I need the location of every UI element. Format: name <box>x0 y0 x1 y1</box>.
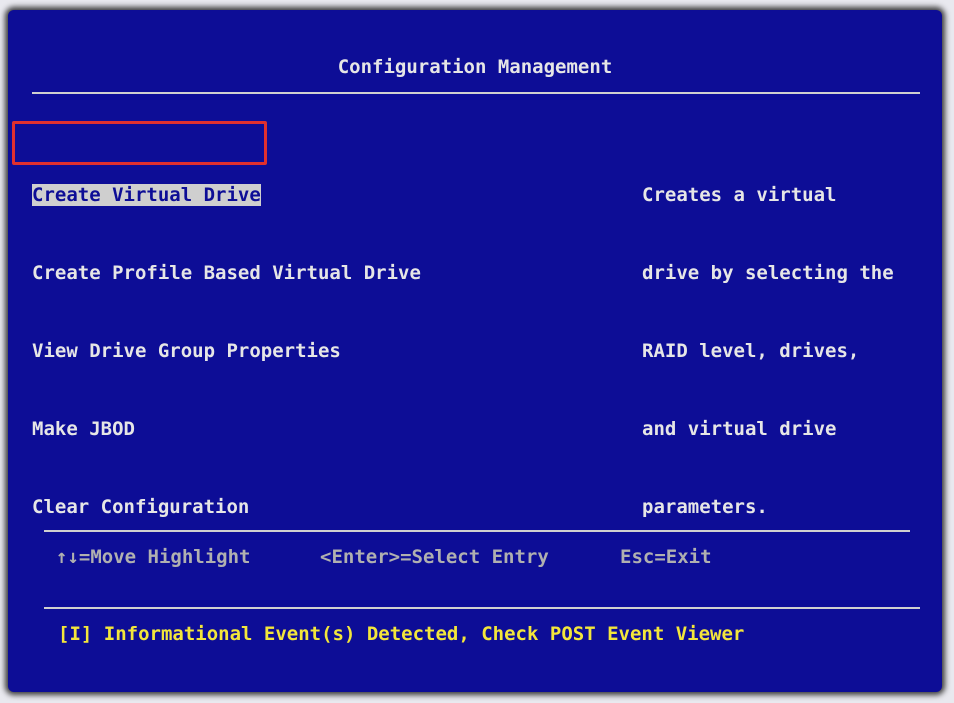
menu-item-view-drive-group-properties[interactable]: View Drive Group Properties <box>32 338 421 364</box>
help-line: and virtual drive <box>642 418 837 440</box>
key-hint-move: ↑↓=Move Highlight <box>56 546 251 568</box>
help-text: Creates a virtual drive by selecting the… <box>642 130 894 572</box>
help-line: Creates a virtual <box>642 184 837 206</box>
menu-item-create-profile-based-virtual-drive[interactable]: Create Profile Based Virtual Drive <box>32 260 421 286</box>
configuration-menu: Create Virtual Drive Create Profile Base… <box>32 130 421 572</box>
bios-screen: Configuration Management Create Virtual … <box>8 10 942 692</box>
status-message: [I] Informational Event(s) Detected, Che… <box>58 623 745 645</box>
selection-annotation-box <box>12 121 267 165</box>
key-hint-enter: <Enter>=Select Entry <box>320 546 549 568</box>
screen-title: Configuration Management <box>337 56 613 78</box>
help-line: drive by selecting the <box>642 262 894 284</box>
menu-item-make-jbod[interactable]: Make JBOD <box>32 416 421 442</box>
key-hint-exit: Esc=Exit <box>620 546 712 568</box>
title-divider <box>32 92 920 94</box>
help-line: parameters. <box>642 496 768 518</box>
menu-item-clear-configuration[interactable]: Clear Configuration <box>32 494 421 520</box>
keys-top-divider <box>44 530 910 532</box>
help-line: RAID level, drives, <box>642 340 860 362</box>
menu-item-create-virtual-drive[interactable]: Create Virtual Drive <box>32 182 421 208</box>
keys-bottom-divider <box>44 607 920 609</box>
